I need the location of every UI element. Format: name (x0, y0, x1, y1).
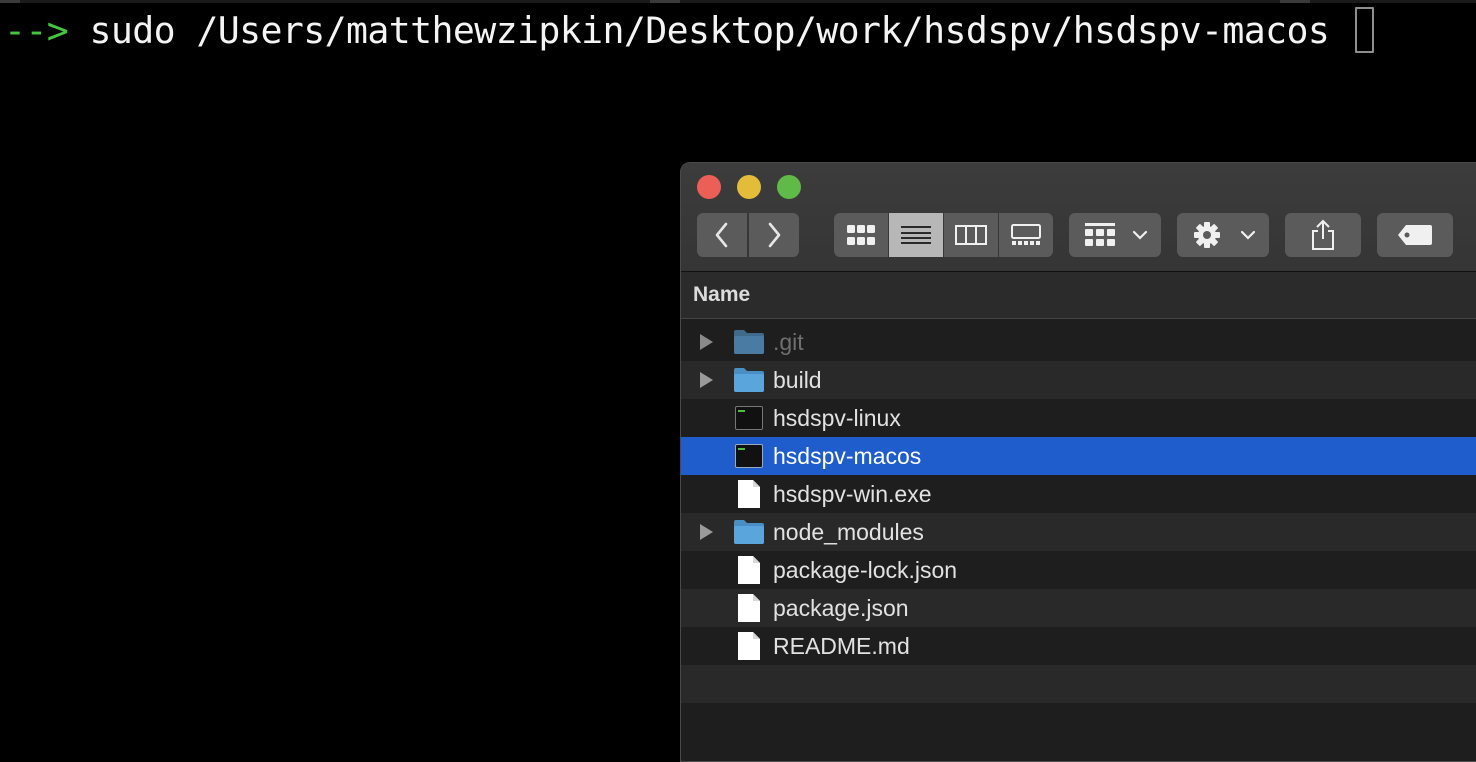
list-item[interactable]: README.md (681, 627, 1476, 665)
gallery-view-icon (1010, 224, 1041, 245)
terminal-executable-icon (733, 404, 765, 432)
file-name: README.md (773, 632, 910, 659)
terminal-command-line[interactable]: --> sudo /Users/matthewzipkin/Desktop/wo… (4, 6, 1374, 54)
list-item[interactable]: .git (681, 323, 1476, 361)
list-item[interactable]: package-lock.json (681, 551, 1476, 589)
column-view-button[interactable] (943, 213, 998, 257)
list-item[interactable]: hsdspv-win.exe (681, 475, 1476, 513)
gallery-view-button[interactable] (998, 213, 1053, 257)
minimize-window-button[interactable] (737, 175, 761, 199)
disclosure-triangle-icon[interactable] (697, 370, 715, 390)
file-name: hsdspv-linux (773, 404, 901, 431)
document-icon (733, 480, 765, 508)
list-item[interactable]: package.json (681, 589, 1476, 627)
group-by-button[interactable] (1069, 213, 1161, 257)
column-view-icon (954, 225, 987, 245)
terminal-cursor (1354, 7, 1374, 53)
tags-button[interactable] (1377, 213, 1453, 257)
icon-view-icon (846, 225, 875, 245)
list-item[interactable]: node_modules (681, 513, 1476, 551)
icon-view-button[interactable] (833, 213, 888, 257)
disclosure-triangle-icon[interactable] (697, 332, 715, 352)
close-window-button[interactable] (697, 175, 721, 199)
list-item[interactable]: build (681, 361, 1476, 399)
file-name: hsdspv-win.exe (773, 480, 932, 507)
file-name: package-lock.json (773, 556, 958, 583)
chevron-right-icon (768, 222, 781, 248)
folder-icon (733, 518, 765, 546)
document-icon (733, 632, 765, 660)
name-column-header[interactable]: Name (681, 272, 1476, 319)
file-name: node_modules (773, 518, 924, 545)
document-icon (733, 594, 765, 622)
file-name: .git (773, 328, 804, 355)
navigation-buttons (697, 213, 799, 257)
list-item[interactable]: hsdspv-linux (681, 399, 1476, 437)
gear-icon (1194, 222, 1220, 248)
chevron-left-icon (715, 222, 728, 248)
back-button[interactable] (697, 213, 747, 257)
list-view-icon (900, 226, 931, 244)
view-mode-control (833, 213, 1053, 257)
name-column-label: Name (693, 283, 751, 306)
terminal-top-edge (0, 0, 1476, 3)
finder-window[interactable]: Name .git build hsdspv-linux hsdspv-maco… (680, 162, 1476, 762)
file-name: build (773, 366, 822, 393)
empty-row (681, 665, 1476, 703)
share-icon (1312, 219, 1334, 250)
list-view-button[interactable] (888, 213, 943, 257)
folder-icon (733, 366, 765, 394)
terminal-command: sudo /Users/matthewzipkin/Desktop/work/h… (89, 8, 1330, 52)
disclosure-triangle-icon[interactable] (697, 522, 715, 542)
folder-icon (733, 328, 765, 356)
chevron-down-icon (1133, 230, 1147, 240)
share-button[interactable] (1285, 213, 1361, 257)
action-menu-button[interactable] (1177, 213, 1269, 257)
terminal-executable-icon (733, 442, 765, 470)
document-icon (733, 556, 765, 584)
empty-row (681, 703, 1476, 741)
group-by-icon (1085, 223, 1115, 246)
zoom-window-button[interactable] (777, 175, 801, 199)
finder-toolbar (681, 163, 1476, 272)
forward-button[interactable] (749, 213, 799, 257)
list-item-selected[interactable]: hsdspv-macos (681, 437, 1476, 475)
terminal-prompt: --> (4, 8, 69, 52)
file-name: hsdspv-macos (773, 442, 922, 469)
file-list: .git build hsdspv-linux hsdspv-macos hsd… (681, 323, 1476, 741)
chevron-down-icon (1241, 230, 1255, 240)
file-name: package.json (773, 594, 909, 621)
tag-icon (1398, 225, 1432, 245)
